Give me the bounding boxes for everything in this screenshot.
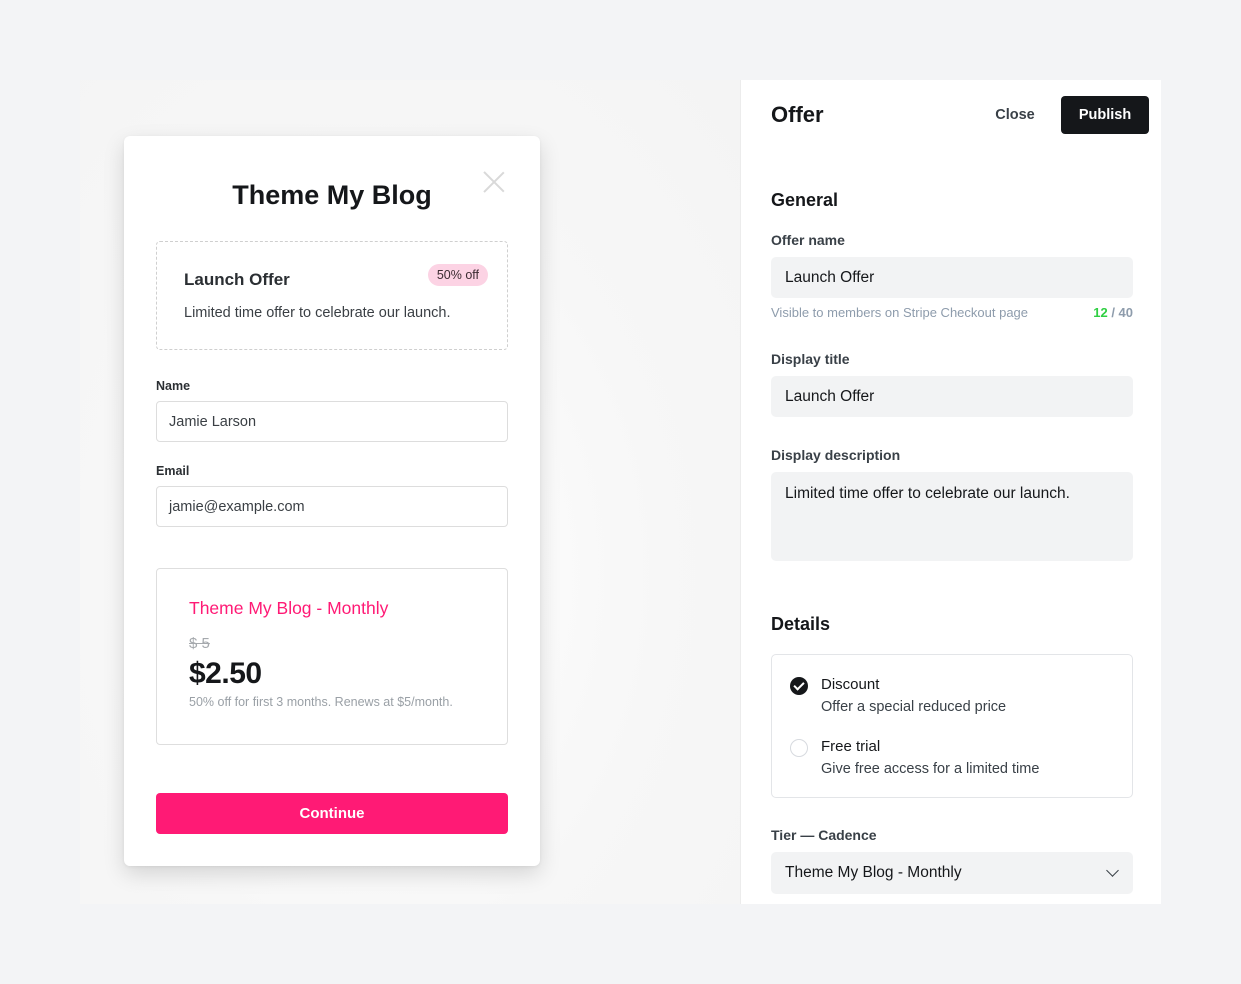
chevron-down-icon [1106,864,1119,877]
continue-button[interactable]: Continue [156,793,508,834]
display-description-label: Display description [771,447,901,463]
character-counter: 12 / 40 [1093,305,1133,320]
tier-cadence-select[interactable]: Theme My Blog - Monthly [771,852,1133,894]
details-heading: Details [771,614,831,634]
portal-preview-area: Theme My Blog Launch Offer 50% off Limit… [80,80,740,904]
email-label: Email [156,464,190,478]
email-input[interactable]: jamie@example.com [156,486,508,527]
close-icon[interactable] [482,170,506,194]
display-title-value: Launch Offer [785,387,875,405]
close-button[interactable]: Close [981,96,1049,134]
name-input-value: Jamie Larson [169,413,257,430]
publish-button[interactable]: Publish [1061,96,1149,134]
offer-name-value: Launch Offer [785,268,875,286]
offer-name-label: Offer name [771,232,845,248]
plan-card[interactable]: Theme My Blog - Monthly $ 5 $2.50 50% of… [156,568,508,745]
general-heading: General [771,190,839,210]
plan-original-price: $ 5 [189,635,210,652]
offer-banner: Launch Offer 50% off Limited time offer … [156,241,508,350]
radio-checked-icon[interactable] [790,677,808,695]
offer-settings-panel: Offer Close Publish General Offer name L… [740,80,1161,904]
offer-name-hint: Visible to members on Stripe Checkout pa… [771,305,1029,320]
option-free-trial-description: Give free access for a limited time [821,761,1040,777]
plan-name: Theme My Blog - Monthly [189,598,389,618]
display-description-textarea[interactable]: Limited time offer to celebrate our laun… [771,472,1133,561]
offer-banner-title: Launch Offer [184,270,290,289]
option-free-trial-title: Free trial [821,738,881,755]
email-input-value: jamie@example.com [169,498,305,515]
offer-editor: Theme My Blog Launch Offer 50% off Limit… [80,80,1161,904]
portal-preview-card: Theme My Blog Launch Offer 50% off Limit… [124,136,540,866]
offer-banner-description: Limited time offer to celebrate our laun… [184,305,451,321]
character-limit: / 40 [1107,305,1133,320]
display-title-input[interactable]: Launch Offer [771,376,1133,417]
plan-renewal-note: 50% off for first 3 months. Renews at $5… [189,695,453,709]
name-input[interactable]: Jamie Larson [156,401,508,442]
discount-badge: 50% off [427,264,488,286]
site-title: Theme My Blog [232,180,432,210]
name-label: Name [156,379,191,393]
radio-unchecked-icon[interactable] [790,739,808,757]
option-discount-title: Discount [821,676,880,693]
display-title-label: Display title [771,351,850,367]
character-count: 12 [1093,305,1108,320]
offer-name-input[interactable]: Launch Offer [771,257,1133,298]
plan-discounted-price: $2.50 [189,657,262,690]
tier-cadence-label: Tier — Cadence [771,827,877,843]
tier-cadence-value: Theme My Blog - Monthly [785,864,962,881]
panel-title: Offer [771,102,824,127]
option-discount-description: Offer a special reduced price [821,699,1007,715]
offer-type-selector: Discount Offer a special reduced price F… [771,654,1133,798]
